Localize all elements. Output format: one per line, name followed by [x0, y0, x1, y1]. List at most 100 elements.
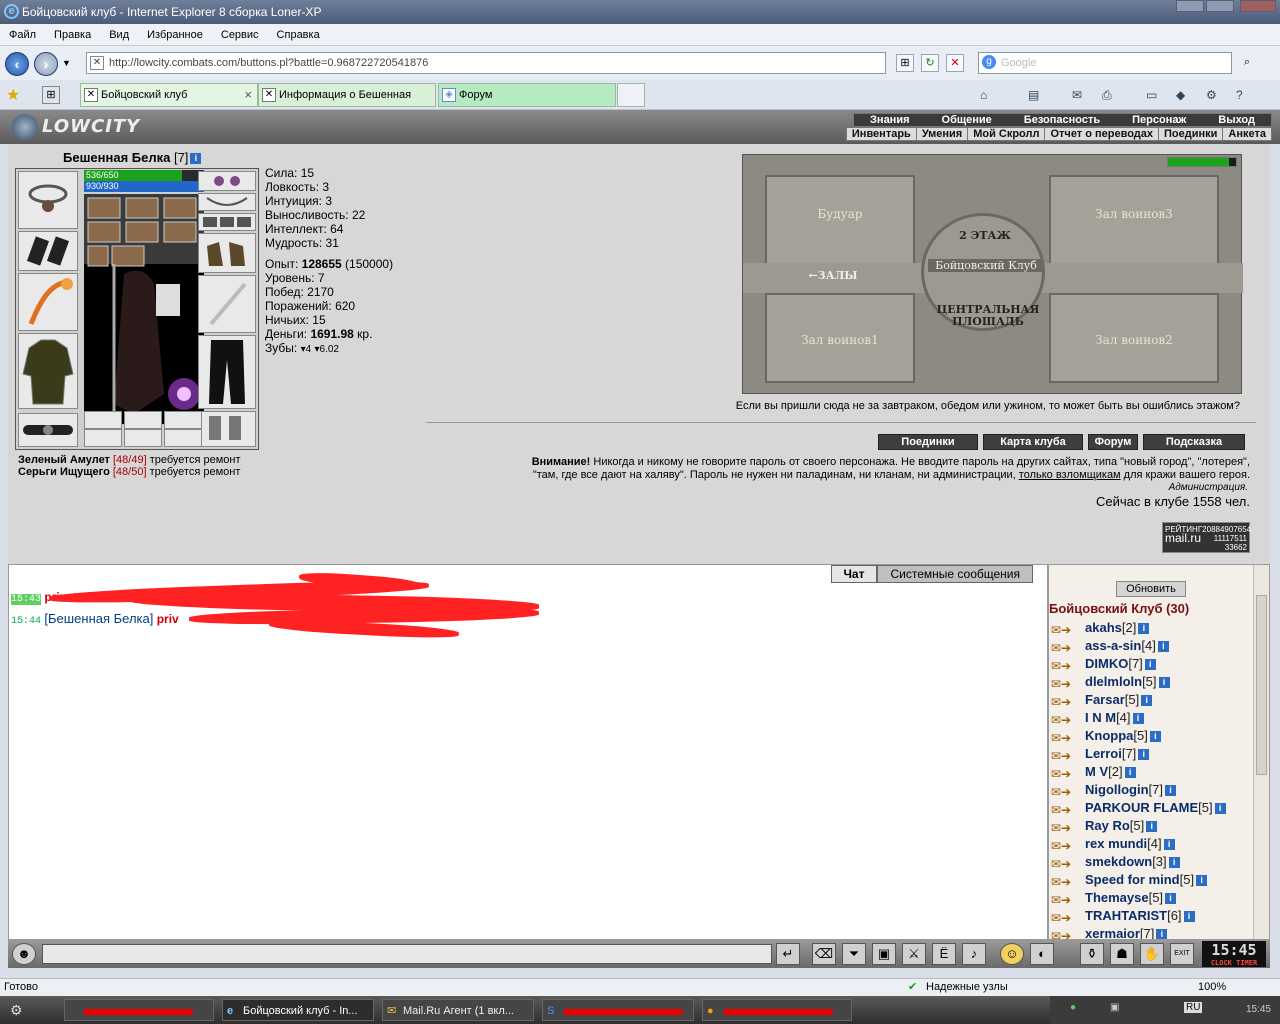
character-name[interactable]: Бешенная Белка [7] i	[63, 150, 202, 165]
info-icon[interactable]: i	[1141, 695, 1153, 707]
user-row[interactable]: ✉➔ Speed for mind[5] i	[1051, 871, 1251, 889]
fights-button[interactable]: Поединки	[878, 434, 978, 450]
info-icon[interactable]: i	[190, 153, 202, 165]
user-row[interactable]: ✉➔ rex mundi[4] i	[1051, 835, 1251, 853]
user-name[interactable]: Themayse[5] i	[1085, 889, 1177, 907]
user-row[interactable]: ✉➔ Nigollogin[7] i	[1051, 781, 1251, 799]
private-message-icon[interactable]: ✉➔	[1051, 837, 1073, 853]
new-tab-button[interactable]	[617, 83, 645, 107]
private-message-icon[interactable]: ✉➔	[1051, 891, 1073, 907]
amulet-slot[interactable]	[18, 171, 78, 229]
zoom-level[interactable]: 100%	[1198, 979, 1226, 995]
submenu-inventory[interactable]: Инвентарь	[847, 128, 917, 140]
pants-slot[interactable]	[198, 335, 256, 409]
stop-icon[interactable]: ✕	[946, 54, 964, 72]
back-button[interactable]: ‹	[5, 52, 29, 76]
private-message-icon[interactable]: ✉➔	[1051, 927, 1073, 939]
submenu-profile[interactable]: Анкета	[1223, 128, 1271, 140]
room-warriors-1[interactable]: Зал воинов1	[765, 293, 915, 383]
search-icon[interactable]: ⌕	[1238, 54, 1256, 72]
user-name[interactable]: M V[2] i	[1085, 763, 1136, 781]
character-figure[interactable]	[84, 194, 204, 424]
user-name[interactable]: Farsar[5] i	[1085, 691, 1153, 709]
tab-system-messages[interactable]: Системные сообщения	[877, 565, 1033, 583]
info-icon[interactable]: i	[1163, 839, 1175, 851]
info-icon[interactable]: i	[1196, 875, 1208, 887]
save-icon[interactable]: ▣	[872, 943, 896, 965]
user-row[interactable]: ✉➔ DIMKO[7] i	[1051, 655, 1251, 673]
user-name[interactable]: xermaior[7] i	[1085, 925, 1168, 939]
private-message-icon[interactable]: ✉➔	[1051, 819, 1073, 835]
info-icon[interactable]: i	[1144, 659, 1156, 671]
clan-icon[interactable]: ◐	[1030, 943, 1054, 965]
taskbar-item-ie[interactable]: e Бойцовский клуб - In...	[222, 999, 374, 1021]
taskbar-item-hidden[interactable]	[64, 999, 214, 1021]
search-input[interactable]: g Google	[978, 52, 1232, 74]
user-row[interactable]: ✉➔ Knoppa[5] i	[1051, 727, 1251, 745]
rings-slot[interactable]	[198, 213, 256, 231]
inventory-slot[interactable]	[124, 411, 162, 429]
earrings-slot[interactable]	[198, 171, 256, 191]
menu-view[interactable]: Вид	[100, 24, 138, 46]
bag-icon[interactable]: ⚱	[1080, 943, 1104, 965]
forward-button[interactable]: ›	[34, 52, 58, 76]
help-icon[interactable]: ?	[1236, 86, 1243, 104]
user-name[interactable]: DIMKO[7] i	[1085, 655, 1156, 673]
belt-slot[interactable]	[18, 413, 78, 447]
inventory-slot[interactable]	[164, 429, 202, 447]
user-row[interactable]: ✉➔ Themayse[5] i	[1051, 889, 1251, 907]
chat-mode-icon[interactable]: ☻	[12, 943, 36, 965]
shield-slot[interactable]	[198, 275, 256, 333]
private-message-icon[interactable]: ✉➔	[1051, 711, 1073, 727]
user-row[interactable]: ✉➔ M V[2] i	[1051, 763, 1251, 781]
private-message-icon[interactable]: ✉➔	[1051, 747, 1073, 763]
tab-forum[interactable]: ◈ Форум	[438, 83, 616, 107]
info-icon[interactable]: i	[1165, 785, 1177, 797]
menu-security[interactable]: Безопасность	[1008, 114, 1116, 126]
inventory-slot[interactable]	[84, 411, 122, 429]
necklace-slot[interactable]	[198, 193, 256, 211]
info-icon[interactable]: i	[1157, 641, 1169, 653]
menu-character[interactable]: Персонаж	[1116, 114, 1202, 126]
inventory-slot[interactable]	[124, 429, 162, 447]
start-icon[interactable]: ⚙	[10, 1002, 23, 1019]
user-name[interactable]: PARKOUR FLAME[5] i	[1085, 799, 1226, 817]
user-row[interactable]: ✉➔ smekdown[3] i	[1051, 853, 1251, 871]
user-row[interactable]: ✉➔ akahs[2] i	[1051, 619, 1251, 637]
map-square-2[interactable]: ПЛОЩАДЬ	[923, 315, 1053, 328]
taskbar-item-mailru[interactable]: ✉ Mail.Ru Агент (1 вкл...	[382, 999, 534, 1021]
chat-time[interactable]: 15:44	[11, 616, 41, 627]
scrollbar-thumb[interactable]	[1256, 595, 1267, 775]
private-message-icon[interactable]: ✉➔	[1051, 909, 1073, 925]
club-map-button[interactable]: Карта клуба	[983, 434, 1083, 450]
private-message-icon[interactable]: ✉➔	[1051, 801, 1073, 817]
refresh-icon[interactable]: ↻	[921, 54, 939, 72]
compat-icon[interactable]: ⊞	[896, 54, 914, 72]
chat-input[interactable]	[42, 944, 772, 964]
user-row[interactable]: ✉➔ Ray Ro[5] i	[1051, 817, 1251, 835]
sound-icon[interactable]: ♪	[962, 943, 986, 965]
menu-communication[interactable]: Общение	[926, 114, 1008, 126]
room-boudoir[interactable]: Будуар	[765, 175, 915, 265]
quick-tabs-icon[interactable]: ⊞	[42, 86, 60, 104]
menu-file[interactable]: Файл	[0, 24, 45, 46]
tab-chat[interactable]: Чат	[830, 565, 878, 583]
hint-button[interactable]: Подсказка	[1143, 434, 1245, 450]
info-icon[interactable]: i	[1124, 767, 1136, 779]
chat-nick[interactable]: [Бешенная Белка]	[44, 611, 153, 626]
submenu-skills[interactable]: Умения	[917, 128, 969, 140]
taskbar-item-skype[interactable]: S	[542, 999, 694, 1021]
user-row[interactable]: ✉➔ PARKOUR FLAME[5] i	[1051, 799, 1251, 817]
user-row[interactable]: ✉➔ ass-a-sin[4] i	[1051, 637, 1251, 655]
private-message-icon[interactable]: ✉➔	[1051, 693, 1073, 709]
maximize-button[interactable]	[1206, 0, 1234, 12]
close-window-button[interactable]	[1240, 0, 1276, 12]
private-message-icon[interactable]: ✉➔	[1051, 873, 1073, 889]
user-name[interactable]: I N M[4] i	[1085, 709, 1144, 727]
exit-icon[interactable]: EXIT	[1170, 943, 1194, 965]
user-name[interactable]: rex mundi[4] i	[1085, 835, 1175, 853]
refresh-button[interactable]: Обновить	[1116, 581, 1186, 597]
tab-close-icon[interactable]: ×	[244, 84, 252, 106]
smiles-icon[interactable]: ☺	[1000, 943, 1024, 965]
user-name[interactable]: smekdown[3] i	[1085, 853, 1180, 871]
